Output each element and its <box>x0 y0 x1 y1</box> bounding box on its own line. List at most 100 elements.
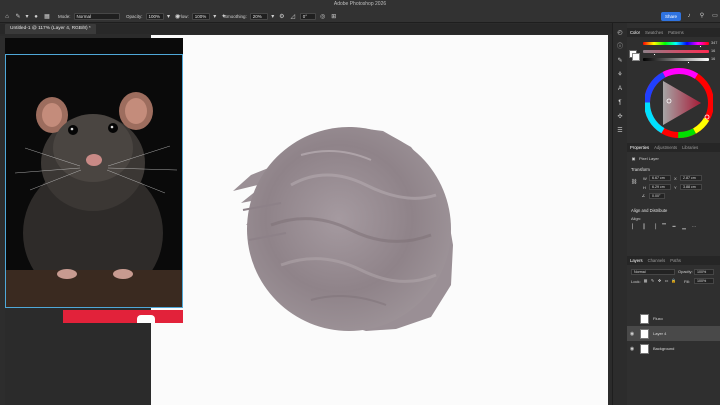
options-bar: Adobe Photoshop 2026 ⌂ ✎ ▾ ● ▦ Mode: Nor… <box>0 0 720 23</box>
smoothing-settings-icon[interactable]: ⚙ <box>278 13 286 21</box>
pixel-layer-row: ▣ Pixel Layer <box>631 155 659 162</box>
hue-slider-thumb[interactable] <box>699 45 702 48</box>
lock-position-icon[interactable]: ✥ <box>657 278 662 284</box>
blend-mode-select[interactable]: Normal <box>631 269 675 275</box>
lock-artboard-icon[interactable]: ▭ <box>664 278 669 284</box>
hue-value: 347 <box>711 41 718 45</box>
eye-icon[interactable]: ◉ <box>627 346 637 352</box>
align-top-icon[interactable]: ▔ <box>661 224 667 230</box>
align-left-icon[interactable]: ▏ <box>631 224 637 230</box>
color-panel: 347 16 16 <box>627 37 720 147</box>
tab-adjustments[interactable]: Adjustments <box>654 145 677 150</box>
layer-opacity-label: Opacity: <box>678 269 693 274</box>
chevron-down-icon[interactable]: ▾ <box>213 13 217 21</box>
app-title: Adobe Photoshop 2026 <box>333 1 387 7</box>
tab-channels[interactable]: Channels <box>648 258 666 263</box>
color-panel-tabs: Color Swatches Patterns <box>627 28 720 37</box>
character-icon[interactable]: A <box>616 84 625 93</box>
lock-all-icon[interactable]: 🔒 <box>671 278 676 284</box>
align-middle-icon[interactable]: ━ <box>671 224 677 230</box>
tab-color[interactable]: Color <box>630 30 640 35</box>
link-dimensions-icon[interactable]: ⛓ <box>631 178 637 186</box>
layer-row[interactable]: ◉ Layer 4 <box>627 326 720 341</box>
layer-opacity-input[interactable]: 100% <box>694 269 714 275</box>
align-buttons: ▏ ┃ ▕ ▔ ━ ▁ ⋯ <box>631 224 697 230</box>
history-icon[interactable]: ◴ <box>616 28 625 37</box>
opacity-label: Opacity: <box>126 14 143 19</box>
paragraph-icon[interactable]: ¶ <box>616 98 625 107</box>
brush-tool-icon[interactable]: ✎ <box>14 13 22 21</box>
smoothing-group: Smoothing: 20% ▾ ⚙ ◿ 0° ◎ ⊞ <box>224 12 338 21</box>
lock-pixels-icon[interactable]: ✎ <box>650 278 655 284</box>
info-icon[interactable]: ⓘ <box>616 42 625 51</box>
home-icon[interactable]: ⌂ <box>3 13 11 21</box>
x-field[interactable]: 2.87 cm <box>680 175 702 181</box>
align-right-icon[interactable]: ▕ <box>651 224 657 230</box>
brush-angle-icon[interactable]: ◿ <box>289 13 297 21</box>
mode-label: Mode: <box>58 14 71 19</box>
brushes-icon[interactable]: ✎ <box>616 56 625 65</box>
align-distribute-title: Align and Distribute <box>631 208 668 213</box>
color-wheel[interactable] <box>645 67 713 139</box>
angle-field[interactable]: 0.00° <box>649 193 665 199</box>
h-label: H <box>643 185 646 190</box>
transform-bounding-box[interactable] <box>5 54 183 308</box>
mode-select[interactable]: Normal <box>73 13 120 20</box>
photoshop-window: Adobe Photoshop 2026 ⌂ ✎ ▾ ● ▦ Mode: Nor… <box>0 0 720 405</box>
w-label: W <box>643 176 647 181</box>
align-center-icon[interactable]: ┃ <box>641 224 647 230</box>
tab-properties[interactable]: Properties <box>630 145 649 150</box>
panel-icon-column: ◴ ⓘ ✎ ⚘ A ¶ ✣ ☰ <box>612 23 627 405</box>
y-field[interactable]: 3.88 cm <box>680 184 702 190</box>
share-button[interactable]: Share <box>661 12 681 21</box>
height-field[interactable]: 6.29 cm <box>649 184 671 190</box>
chevron-down-icon[interactable]: ▾ <box>271 13 275 21</box>
fill-input[interactable]: 100% <box>694 278 714 284</box>
flow-input[interactable]: 100% <box>191 13 210 20</box>
brightness-slider[interactable] <box>643 58 709 61</box>
chevron-down-icon[interactable]: ▾ <box>25 13 29 21</box>
width-field[interactable]: 6.67 cm <box>649 175 671 181</box>
actions-icon[interactable]: ✣ <box>616 112 625 121</box>
red-image-fragment <box>63 310 183 323</box>
tab-patterns[interactable]: Patterns <box>668 30 684 35</box>
fill-label: Fill: <box>684 279 691 284</box>
symmetry-icon[interactable]: ⊞ <box>330 13 338 21</box>
brush-size-icon[interactable]: ● <box>32 13 40 21</box>
brightness-slider-thumb[interactable] <box>687 61 690 64</box>
angle-icon: ∠ <box>641 192 646 198</box>
brush-settings-icon[interactable]: ▦ <box>43 13 51 21</box>
tab-layers[interactable]: Layers <box>630 258 643 263</box>
align-bottom-icon[interactable]: ▁ <box>681 224 687 230</box>
smoothing-input[interactable]: 20% <box>249 13 268 20</box>
layer-name: Background <box>653 346 675 351</box>
notifications-icon[interactable]: ♪ <box>685 12 693 20</box>
brush-angle-input[interactable]: 0° <box>299 13 316 20</box>
tab-libraries[interactable]: Libraries <box>682 145 698 150</box>
workspace-icon[interactable]: ▭ <box>711 12 719 20</box>
document-tab-title: Untitled-1 @ 117% (Layer 4, RGB/8) * <box>10 26 91 31</box>
fur-ball-painting <box>233 127 453 331</box>
pixel-layer-icon: ▣ <box>631 155 636 161</box>
foreground-color-swatch[interactable] <box>632 53 640 61</box>
document-tab[interactable]: Untitled-1 @ 117% (Layer 4, RGB/8) * <box>5 24 96 34</box>
y-label: Y <box>674 185 677 190</box>
layer-row[interactable]: Fluxo <box>627 311 720 326</box>
clone-source-icon[interactable]: ⚘ <box>616 70 625 79</box>
pressure-size-icon[interactable]: ◎ <box>319 13 327 21</box>
top-right-icons: ♪ ⚲ ▭ <box>685 12 719 20</box>
search-icon[interactable]: ⚲ <box>698 12 706 20</box>
tab-paths[interactable]: Paths <box>670 258 681 263</box>
adjustments-icon[interactable]: ☰ <box>616 126 625 135</box>
saturation-slider-thumb[interactable] <box>653 53 656 56</box>
properties-panel: ▣ Pixel Layer Transform ⛓ W 6.67 cm X 2.… <box>627 154 720 254</box>
document-canvas[interactable] <box>151 35 608 405</box>
lock-transparency-icon[interactable]: ▦ <box>643 278 648 284</box>
eye-icon[interactable]: ◉ <box>627 331 637 337</box>
layer-row[interactable]: ◉ Background <box>627 341 720 356</box>
chevron-down-icon[interactable]: ▾ <box>167 13 171 21</box>
tab-swatches[interactable]: Swatches <box>645 30 663 35</box>
tool-preset-group: ⌂ ✎ ▾ ● ▦ <box>3 12 51 21</box>
opacity-input[interactable]: 100% <box>145 13 164 20</box>
more-options-icon[interactable]: ⋯ <box>691 224 697 230</box>
